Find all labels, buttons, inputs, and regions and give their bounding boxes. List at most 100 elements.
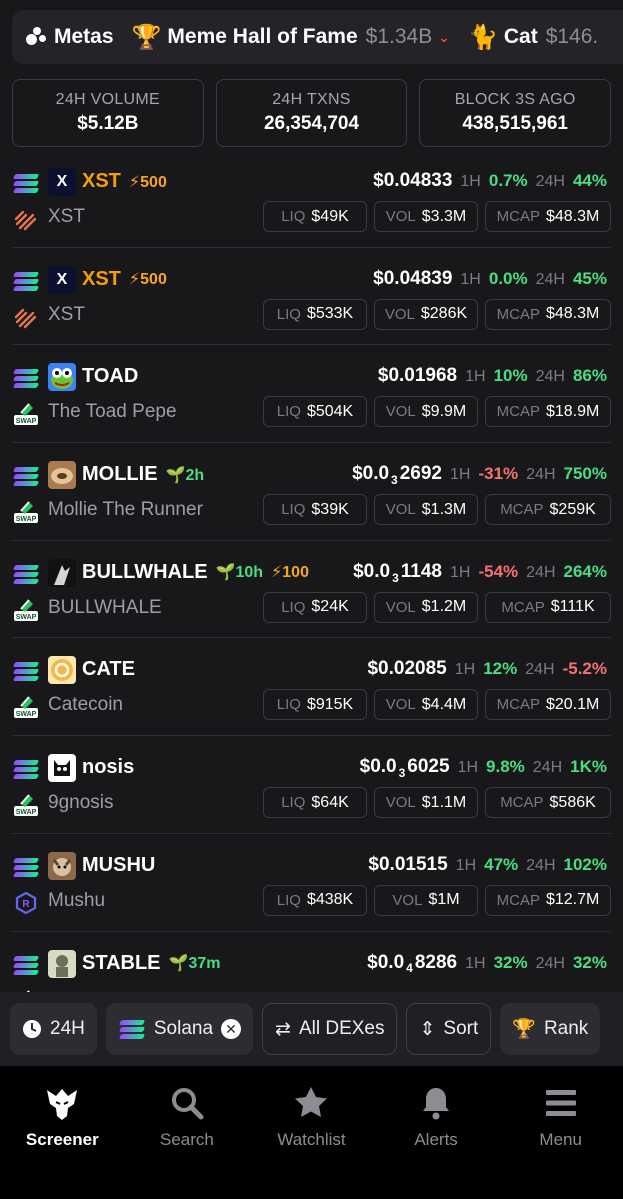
price-digits: 6025 — [407, 756, 450, 778]
close-icon[interactable]: ✕ — [221, 1019, 242, 1039]
vol-value: $286K — [420, 305, 468, 323]
timeframe-button[interactable]: 24H — [10, 1003, 97, 1055]
meta-hall-of-fame[interactable]: 🏆 Meme Hall of Fame $1.34B ⌄ — [132, 23, 450, 52]
swap-dex-icon: SWAP — [12, 498, 40, 526]
token-age-text: 2h — [185, 466, 205, 484]
token-list[interactable]: X XST ⚡500 XST $0.04833 1H 0.7% 24H 44% LIQ $49K VO… — [0, 150, 623, 992]
token-row[interactable]: X XST ⚡500 XST $0.04839 1H 0.0% 24H 45% LIQ $533K V… — [12, 248, 611, 346]
token-symbol: nosis — [82, 756, 135, 779]
clock-icon — [23, 1020, 41, 1038]
nav-label: Search — [159, 1130, 214, 1149]
nav-search[interactable]: Search — [125, 1066, 250, 1199]
token-name: XST — [48, 206, 85, 227]
token-price: $0.02085 — [367, 658, 446, 680]
vol-label: VOL — [385, 696, 416, 714]
price-line: $0.02085 1H 12% 24H -5.2% — [367, 658, 607, 680]
token-age: 🌱37m — [169, 953, 221, 973]
vol-value: $1.2M — [421, 598, 467, 616]
token-symbol: MUSHU — [82, 853, 156, 876]
h1-label: 1H — [450, 563, 471, 581]
mcap-value: $12.7M — [545, 891, 600, 909]
dex-filter-button[interactable]: ⇄ All DEXes — [262, 1003, 398, 1055]
token-metrics: LIQ $24K VOL $1.2M MCAP $111K — [263, 591, 611, 623]
price-zeros: 3 — [391, 472, 398, 487]
price-prefix: $0.02085 — [367, 658, 447, 680]
liq-value: $504K — [306, 402, 354, 420]
token-name: Catecoin — [48, 694, 123, 716]
nav-screener[interactable]: Screener — [0, 1066, 125, 1199]
stat-label: 24H VOLUME — [55, 91, 161, 108]
metas-bar[interactable]: Metas 🏆 Meme Hall of Fame $1.34B ⌄ 🐈 Cat… — [12, 10, 623, 64]
vol-value: $1.1M — [421, 793, 467, 811]
liq-value: $24K — [311, 598, 349, 616]
chain-filter-button[interactable]: Solana ✕ — [105, 1003, 254, 1055]
search-icon — [171, 1088, 204, 1120]
liquidity-chip: LIQ $504K — [263, 396, 367, 428]
liq-label: LIQ — [276, 696, 301, 714]
token-row[interactable]: nosis SWAP 9gnosis $0.0 3 6025 1H 9.8% 24H 1K% LIQ… — [12, 736, 611, 834]
sort-button[interactable]: ⇕ Sort — [406, 1003, 492, 1055]
rank-label: Rank — [543, 1018, 589, 1039]
token-row[interactable]: MOLLIE 🌱2h SWAP Mollie The Runner $0.0 3 2692 1… — [12, 443, 611, 541]
liq-label: LIQ — [281, 208, 306, 225]
price-digits: 1148 — [400, 560, 443, 582]
price-line: $0.01968 1H 10% 24H 86% — [378, 365, 607, 387]
token-metrics: LIQ $533K VOL $286K MCAP $48.3M — [263, 298, 611, 330]
cat-icon: 🐈 — [467, 23, 498, 51]
chevron-down-icon: ⌄ — [438, 28, 450, 45]
token-name: 9gnosis — [48, 792, 114, 814]
h1-change: 10% — [493, 366, 528, 386]
meta-cat[interactable]: 🐈 Cat $146. — [468, 23, 598, 52]
token-symbol: XST — [82, 267, 121, 290]
token-age-text: 37m — [188, 955, 221, 972]
token-row[interactable]: BULLWHALE 🌱10h ⚡100 SWAP BULLWHALE $0.0 3 1148 1… — [12, 541, 611, 639]
token-symbol-group: BULLWHALE 🌱10h ⚡100 — [82, 561, 309, 584]
h24-change: 750% — [563, 464, 607, 484]
sort-icon: ⇕ — [419, 1018, 436, 1040]
stats-row: 24H VOLUME $5.12B 24H TXNS 26,354,704 BL… — [12, 79, 612, 147]
swap-dex-icon: SWAP — [12, 693, 40, 721]
token-price: $0.04833 — [373, 170, 452, 192]
solana-icon — [12, 465, 40, 487]
token-row[interactable]: MUSHU R Mushu $0.01515 1H 47% 24H 102% LIQ $438K V… — [12, 834, 611, 932]
bell-icon — [423, 1088, 450, 1120]
h24-change: 32% — [572, 952, 607, 972]
mcap-label: MCAP — [500, 501, 544, 519]
h1-label: 1H — [457, 759, 479, 777]
liq-label: LIQ — [281, 794, 306, 812]
meta-hall-value: $1.34B — [365, 25, 433, 48]
h1-label: 1H — [450, 466, 471, 484]
nav-label: Watchlist — [277, 1130, 346, 1149]
token-name: XST — [48, 303, 85, 325]
liq-value: $39K — [311, 500, 349, 518]
price-line: $0.0 3 6025 1H 9.8% 24H 1K% — [360, 756, 607, 780]
token-symbol: TOAD — [82, 365, 139, 388]
h1-change: 0.7% — [488, 171, 528, 190]
liq-value: $64K — [311, 793, 349, 811]
liq-value: $533K — [306, 305, 354, 323]
cate-token-icon — [48, 656, 76, 685]
mcap-label: MCAP — [501, 598, 545, 616]
bottom-nav: Screener Search Watchlist Alerts Menu — [0, 1066, 623, 1199]
volume-chip: VOL $3.3M — [374, 201, 478, 232]
mcap-value: $111K — [550, 598, 595, 616]
h1-change: 9.8% — [486, 757, 525, 777]
h1-change: -54% — [478, 561, 519, 581]
price-line: $0.0 4 8286 1H 32% 24H 32% — [367, 952, 607, 976]
svg-text:SWAP: SWAP — [16, 614, 37, 621]
nav-alerts[interactable]: Alerts — [374, 1066, 499, 1199]
token-row[interactable]: TOAD SWAP The Toad Pepe $0.01968 1H 10% 24H 86%… — [12, 345, 611, 444]
token-row[interactable]: CATE SWAP Catecoin $0.02085 1H 12% 24H -5.2% LIQ… — [12, 638, 611, 737]
nav-menu[interactable]: Menu — [498, 1066, 623, 1199]
token-symbol-group: TOAD — [82, 365, 138, 388]
trophy-icon: 🏆 — [512, 1019, 536, 1040]
token-row[interactable]: STABLE🌱37mSWAP$0.0482861H32%24H32% — [12, 932, 611, 992]
h1-label: 1H — [460, 173, 481, 190]
token-row[interactable]: X XST ⚡500 XST $0.04833 1H 0.7% 24H 44% LIQ $49K VO… — [12, 150, 611, 248]
token-symbol-group: MOLLIE 🌱2h — [82, 463, 204, 486]
token-symbol-group: XST ⚡500 — [82, 268, 167, 291]
nav-watchlist[interactable]: Watchlist — [249, 1066, 374, 1199]
rank-button[interactable]: 🏆 Rank — [500, 1003, 601, 1055]
vol-label: VOL — [385, 794, 416, 812]
metas-button[interactable]: Metas — [24, 25, 114, 49]
